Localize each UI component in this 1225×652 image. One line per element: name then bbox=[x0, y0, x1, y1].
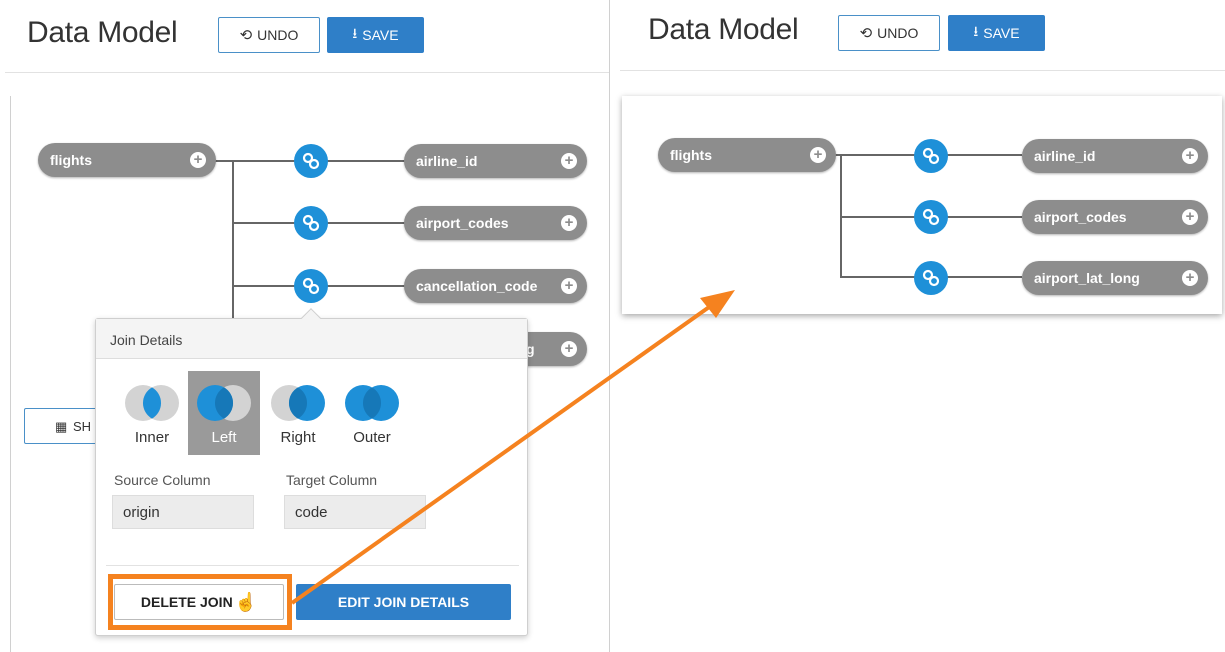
add-icon[interactable]: + bbox=[561, 278, 577, 294]
inner-join-icon bbox=[125, 385, 179, 421]
header-divider bbox=[620, 70, 1225, 71]
hand-cursor-icon: ☝ bbox=[234, 591, 258, 612]
show-button[interactable]: ▦ SH bbox=[24, 408, 104, 444]
canvas-card: flights + airline_id + airport_codes + a… bbox=[622, 96, 1222, 314]
header-divider bbox=[5, 72, 609, 73]
add-icon[interactable]: + bbox=[561, 215, 577, 231]
page-title: Data Model bbox=[648, 13, 799, 46]
undo-button[interactable]: ⟲ UNDO bbox=[218, 17, 320, 53]
download-icon: ⭳ bbox=[973, 23, 979, 39]
join-type-left[interactable]: Left bbox=[188, 371, 260, 455]
add-icon[interactable]: + bbox=[190, 152, 206, 168]
save-button[interactable]: ⭳ SAVE bbox=[327, 17, 424, 53]
target-column-field[interactable]: code bbox=[284, 495, 426, 529]
join-link-icon[interactable] bbox=[294, 269, 328, 303]
join-link-icon[interactable] bbox=[914, 139, 948, 173]
panel-border-right bbox=[609, 0, 610, 652]
page-title: Data Model bbox=[27, 16, 178, 49]
table-node[interactable]: cancellation_code + bbox=[404, 269, 587, 303]
right-panel: Data Model ⟲ UNDO ⭳ SAVE flights + airli… bbox=[612, 0, 1225, 652]
table-node-flights[interactable]: flights + bbox=[38, 143, 216, 177]
undo-icon: ⟲ bbox=[859, 25, 873, 42]
add-icon[interactable]: + bbox=[1182, 148, 1198, 164]
undo-button[interactable]: ⟲ UNDO bbox=[838, 15, 940, 51]
add-icon[interactable]: + bbox=[810, 147, 826, 163]
right-join-icon bbox=[271, 385, 325, 421]
join-link-icon[interactable] bbox=[914, 200, 948, 234]
table-icon: ▦ bbox=[55, 419, 68, 434]
source-column-label: Source Column bbox=[114, 472, 211, 488]
table-node[interactable]: airline_id + bbox=[1022, 139, 1208, 173]
join-link-icon[interactable] bbox=[294, 206, 328, 240]
panel-border-left bbox=[10, 96, 11, 652]
table-node[interactable]: airline_id + bbox=[404, 144, 587, 178]
download-icon: ⭳ bbox=[352, 25, 358, 41]
join-link-icon[interactable] bbox=[914, 261, 948, 295]
table-node[interactable]: airport_lat_long + bbox=[1022, 261, 1208, 295]
popup-divider bbox=[106, 565, 519, 566]
left-panel: Data Model ⟲ UNDO ⭳ SAVE flights + airli… bbox=[0, 0, 612, 652]
delete-join-button[interactable]: DELETE JOIN ☝ bbox=[114, 584, 284, 620]
connector bbox=[232, 160, 234, 320]
join-details-popup: Join Details Inner Left Right Outer Sour… bbox=[95, 308, 528, 636]
join-type-outer[interactable]: Outer bbox=[336, 371, 408, 455]
join-type-right[interactable]: Right bbox=[262, 371, 334, 455]
add-icon[interactable]: + bbox=[1182, 209, 1198, 225]
join-type-inner[interactable]: Inner bbox=[116, 371, 188, 455]
left-join-icon bbox=[197, 385, 251, 421]
add-icon[interactable]: + bbox=[561, 153, 577, 169]
save-button[interactable]: ⭳ SAVE bbox=[948, 15, 1045, 51]
table-node-flights[interactable]: flights + bbox=[658, 138, 836, 172]
add-icon[interactable]: + bbox=[1182, 270, 1198, 286]
outer-join-icon bbox=[345, 385, 399, 421]
target-column-label: Target Column bbox=[286, 472, 378, 488]
table-node[interactable]: airport_codes + bbox=[404, 206, 587, 240]
source-column-field[interactable]: origin bbox=[112, 495, 254, 529]
table-node[interactable]: airport_codes + bbox=[1022, 200, 1208, 234]
add-icon[interactable]: + bbox=[561, 341, 577, 357]
edit-join-details-button[interactable]: EDIT JOIN DETAILS bbox=[296, 584, 511, 620]
popup-title: Join Details bbox=[96, 319, 527, 359]
undo-icon: ⟲ bbox=[239, 27, 253, 44]
join-link-icon[interactable] bbox=[294, 144, 328, 178]
